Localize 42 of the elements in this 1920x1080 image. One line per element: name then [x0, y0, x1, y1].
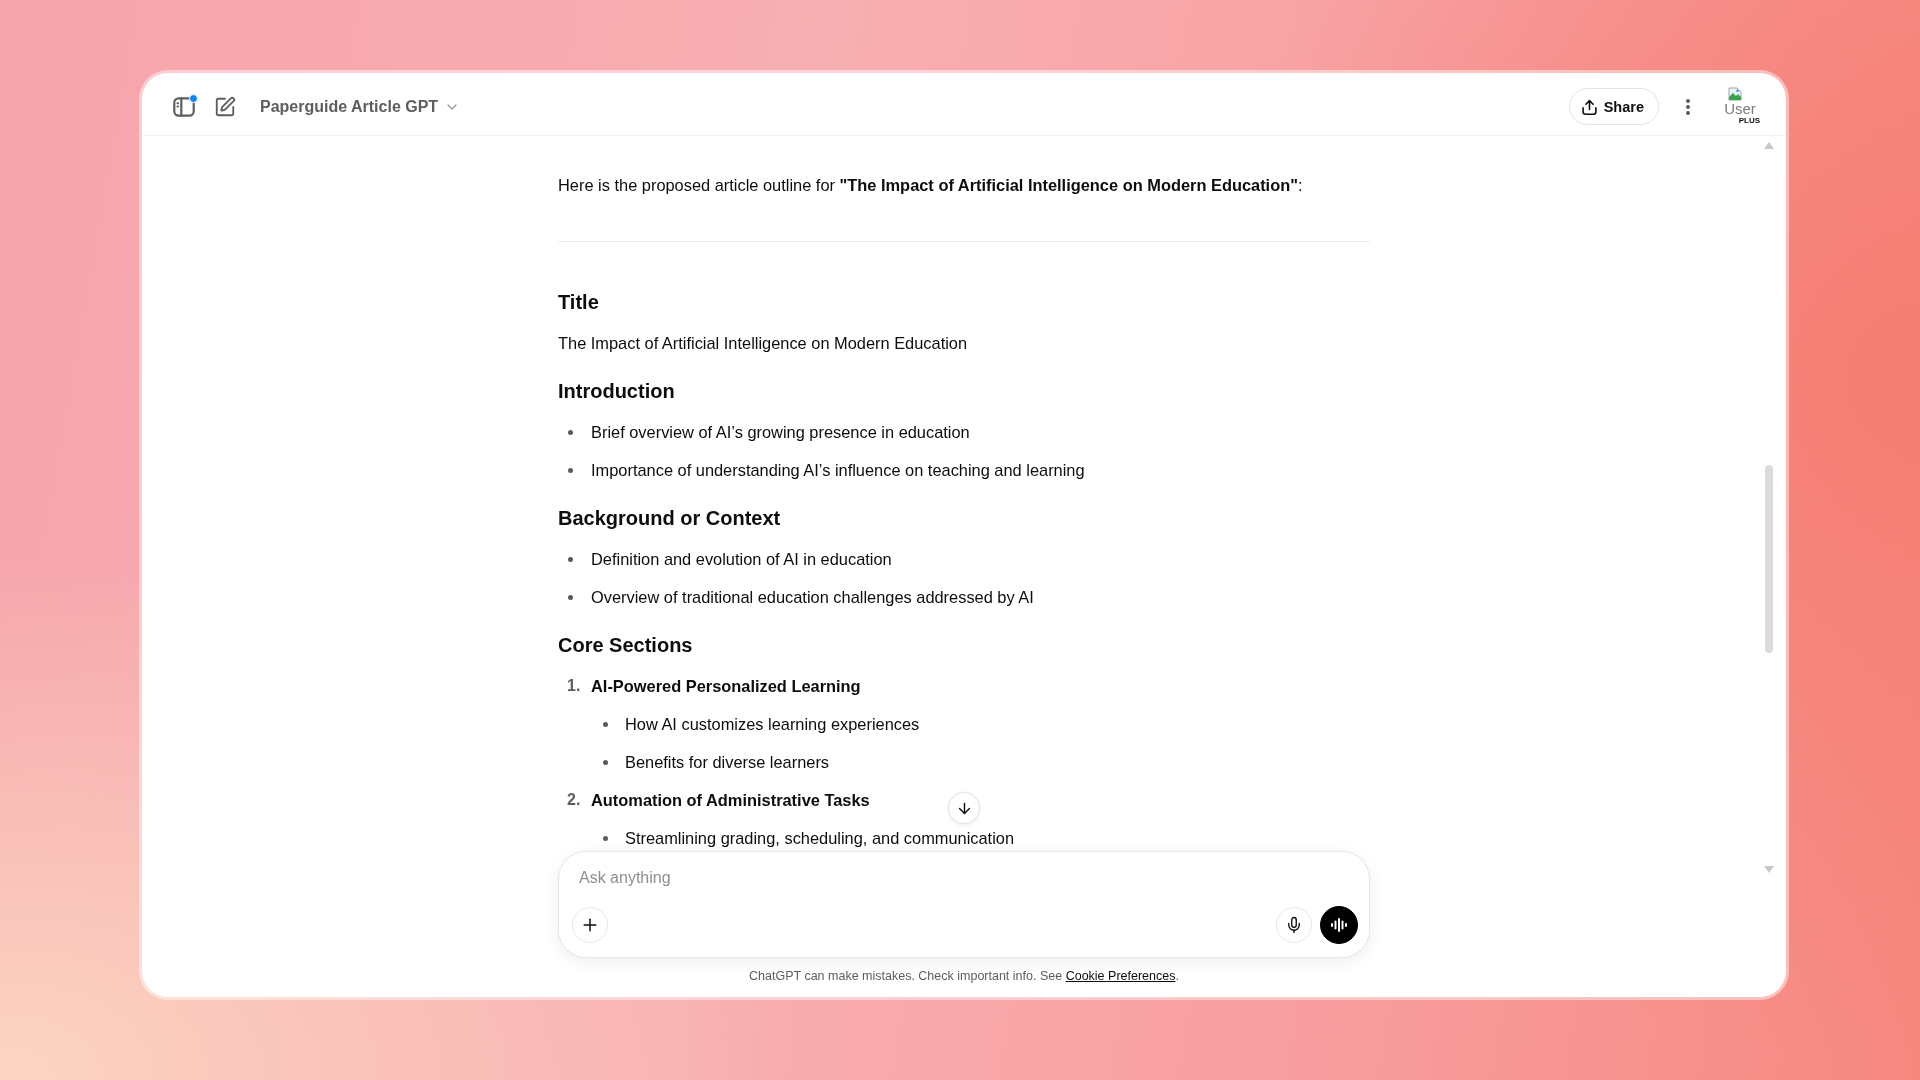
- microphone-icon: [1285, 916, 1303, 934]
- list-item-text: How AI customizes learning experiences: [625, 714, 920, 735]
- upload-icon: [1581, 98, 1597, 115]
- plan-badge: PLUS: [1736, 115, 1762, 125]
- bullet-icon: [568, 594, 573, 600]
- numbered-item-title: AI-Powered Personalized Learning: [591, 676, 861, 697]
- bullet-icon: [603, 835, 608, 841]
- numbered-item-title: Automation of Administrative Tasks: [591, 790, 870, 811]
- add-button[interactable]: [572, 907, 608, 943]
- item-number: 2.: [567, 790, 581, 810]
- message-input[interactable]: Ask anything: [579, 865, 1358, 891]
- voice-mode-button[interactable]: [1320, 906, 1358, 944]
- user-avatar-button[interactable]: User: [1724, 86, 1756, 116]
- pencil-square-icon: [214, 95, 236, 118]
- sidebar-icon: [173, 96, 195, 117]
- scroll-down-button[interactable]: [948, 792, 980, 824]
- list-item-text: Brief overview of AI’s growing presence in education: [591, 422, 970, 443]
- item-number: 1.: [567, 676, 581, 696]
- section-heading: Core Sections: [558, 633, 694, 658]
- bullet-icon: [603, 721, 608, 727]
- broken-image-icon: [1728, 86, 1743, 101]
- list-item-text: Importance of understanding AI’s influence on teaching and learning: [591, 460, 1085, 481]
- share-button[interactable]: Share: [1568, 88, 1659, 125]
- microphone-button[interactable]: [1276, 907, 1312, 943]
- bullet-icon: [603, 759, 608, 765]
- bullet-icon: [568, 556, 573, 562]
- list-item-text: Benefits for diverse learners: [625, 752, 830, 773]
- list-item-text: Overview of traditional education challenges addressed by AI: [591, 587, 1034, 608]
- section-paragraph: The Impact of Artificial Intelligence on Modern Education: [558, 333, 969, 354]
- gpt-name-dropdown[interactable]: Paperguide Article GPT: [252, 88, 469, 125]
- scrollbar-thumb[interactable]: [1765, 465, 1773, 653]
- list-item-text: Definition and evolution of AI in education: [591, 549, 892, 570]
- disclaimer-text: ChatGPT can make mistakes. Check important info. See Cookie Preferences.: [749, 968, 1179, 985]
- bullet-icon: [568, 467, 573, 473]
- section-heading: Title: [558, 290, 600, 315]
- intro-paragraph: Here is the proposed article outline for "The Impact of Artificial Intelligence on Modern Education":: [558, 175, 1304, 196]
- list-item-text: Streamlining grading, scheduling, and communication: [625, 828, 1015, 849]
- section-heading: Introduction: [558, 379, 676, 404]
- bullet-icon: [568, 429, 573, 435]
- section-heading: Background or Context: [558, 506, 782, 531]
- waveform-icon: [1331, 918, 1347, 932]
- more-vertical-icon: [1686, 98, 1690, 115]
